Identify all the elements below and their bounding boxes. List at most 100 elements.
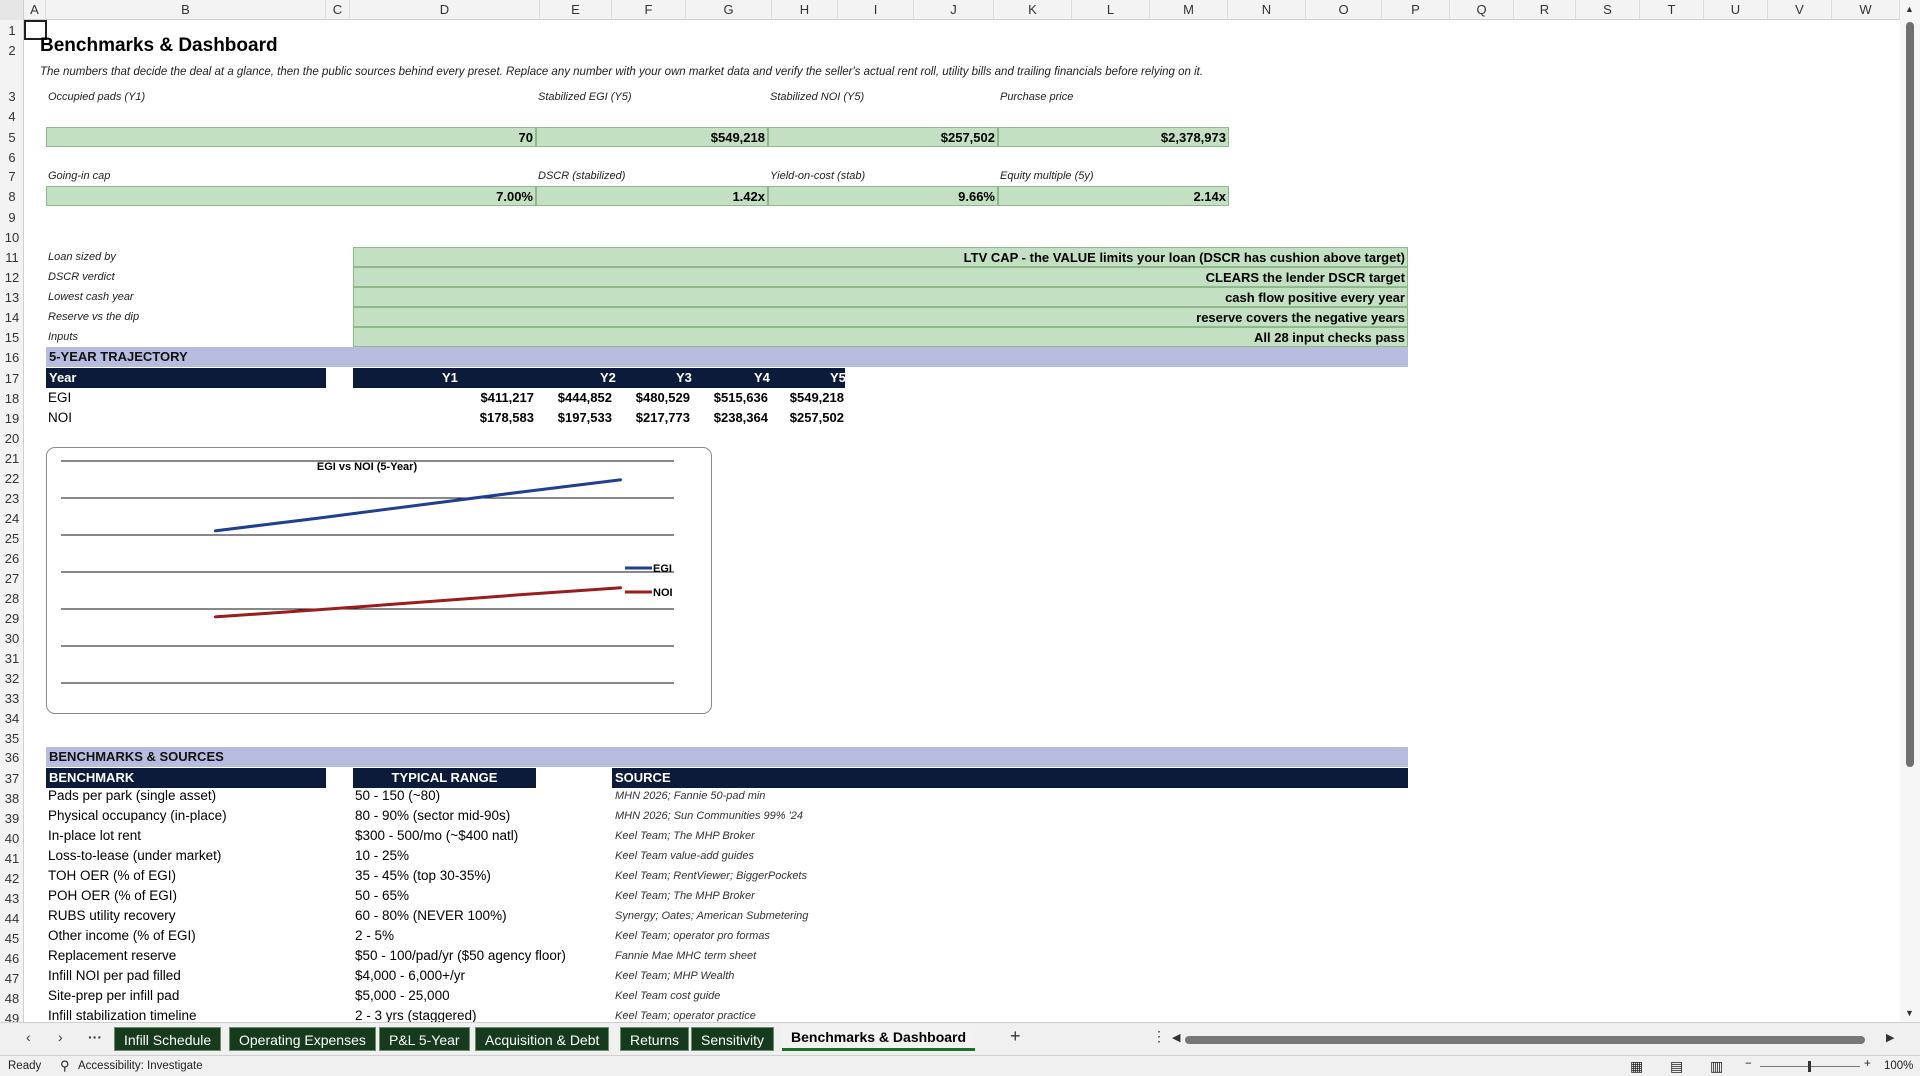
data-point-egi[interactable] xyxy=(416,504,420,507)
row-header[interactable]: 19 xyxy=(0,411,23,426)
row-header[interactable]: 16 xyxy=(0,350,23,365)
column-header[interactable]: F xyxy=(612,0,686,20)
tab-more-icon[interactable]: ··· xyxy=(88,1029,102,1045)
benchmark-range[interactable]: 2 - 3 yrs (staggered) xyxy=(355,1008,477,1022)
benchmark-source[interactable]: Keel Team; operator practice xyxy=(615,1010,756,1022)
row-header[interactable]: 3 xyxy=(0,89,23,104)
tab-options-icon[interactable]: ⋮ xyxy=(1152,1028,1166,1045)
row-header[interactable]: 8 xyxy=(0,189,23,204)
zoom-out-icon[interactable]: − xyxy=(1745,1058,1752,1070)
scroll-up-icon[interactable]: ▲ xyxy=(1905,4,1914,14)
page-break-icon[interactable]: ▥ xyxy=(1710,1058,1723,1075)
row-header[interactable]: 11 xyxy=(0,250,23,265)
row-header[interactable]: 18 xyxy=(0,391,23,406)
column-header[interactable]: O xyxy=(1306,0,1382,20)
column-header[interactable]: I xyxy=(838,0,914,20)
data-point-egi[interactable] xyxy=(619,478,623,481)
benchmark-source[interactable]: Keel Team; RentViewer; BiggerPockets xyxy=(615,870,807,882)
row-header[interactable]: 24 xyxy=(0,511,23,526)
data-point-noi[interactable] xyxy=(518,593,521,597)
row-header[interactable]: 40 xyxy=(0,831,23,846)
trajectory-value[interactable]: $480,529 xyxy=(600,390,690,405)
tab-prev-icon[interactable]: ‹ xyxy=(26,1029,31,1045)
page-layout-icon[interactable]: ▤ xyxy=(1670,1058,1683,1075)
column-header[interactable]: K xyxy=(994,0,1072,20)
column-header[interactable]: L xyxy=(1072,0,1150,20)
benchmark-source[interactable]: Synergy; Oates; American Submetering xyxy=(615,910,808,922)
data-point-noi[interactable] xyxy=(619,586,623,589)
benchmark-source[interactable]: MHN 2026; Fannie 50-pad min xyxy=(615,790,765,802)
row-header[interactable]: 1 xyxy=(0,23,23,38)
benchmark-source[interactable]: Keel Team cost guide xyxy=(615,990,720,1002)
row-header[interactable]: 10 xyxy=(0,230,23,245)
row-header[interactable]: 30 xyxy=(0,631,23,646)
benchmark-source[interactable]: Keel Team; The MHP Broker xyxy=(615,830,755,842)
column-header[interactable]: M xyxy=(1150,0,1228,20)
row-header[interactable]: 23 xyxy=(0,491,23,506)
hscroll-right-icon[interactable]: ▶ xyxy=(1886,1031,1894,1044)
row-header[interactable]: 34 xyxy=(0,711,23,726)
add-sheet-button[interactable]: + xyxy=(1010,1026,1021,1047)
row-header[interactable]: 31 xyxy=(0,651,23,666)
benchmark-range[interactable]: $5,000 - 25,000 xyxy=(355,988,450,1003)
data-point-noi[interactable] xyxy=(213,615,217,619)
row-header[interactable]: 6 xyxy=(0,150,23,165)
tab-infill-schedule[interactable]: Infill Schedule xyxy=(114,1027,222,1051)
tab-pl-5-year[interactable]: P&L 5-Year xyxy=(379,1027,470,1051)
row-header[interactable]: 22 xyxy=(0,471,23,486)
vertical-scroll-thumb[interactable] xyxy=(1906,22,1914,767)
row-header[interactable]: 47 xyxy=(0,971,23,986)
row-header[interactable]: 37 xyxy=(0,771,23,786)
column-header[interactable]: V xyxy=(1768,0,1832,20)
row-header[interactable]: 21 xyxy=(0,451,23,466)
tab-operating-expenses[interactable]: Operating Expenses xyxy=(229,1027,376,1051)
row-header[interactable]: 26 xyxy=(0,551,23,566)
benchmark-source[interactable]: Fannie Mae MHC term sheet xyxy=(615,950,756,962)
benchmark-source[interactable]: Keel Team value-add guides xyxy=(615,850,754,862)
row-header[interactable]: 25 xyxy=(0,531,23,546)
row-header[interactable]: 29 xyxy=(0,611,23,626)
trajectory-value[interactable]: $444,852 xyxy=(522,390,612,405)
column-header[interactable]: J xyxy=(914,0,994,20)
benchmark-source[interactable]: Keel Team; The MHP Broker xyxy=(615,890,755,902)
verdict-value[interactable]: All 28 input checks pass xyxy=(353,327,1408,347)
column-header[interactable]: A xyxy=(24,0,46,20)
column-header[interactable]: N xyxy=(1228,0,1306,20)
row-header[interactable]: 41 xyxy=(0,851,23,866)
benchmark-source[interactable]: Keel Team; operator pro formas xyxy=(615,930,770,942)
accessibility-status[interactable]: Accessibility: Investigate xyxy=(78,1060,203,1072)
row-header[interactable]: 9 xyxy=(0,210,23,225)
tab-acquisition-debt[interactable]: Acquisition & Debt xyxy=(475,1027,610,1051)
row-header[interactable]: 12 xyxy=(0,270,23,285)
sheet-grid[interactable]: Benchmarks & Dashboard The numbers that … xyxy=(24,20,1900,1022)
kpi-occupied-pads[interactable]: 70 xyxy=(46,127,536,147)
kpi-yield-on-cost[interactable]: 9.66% xyxy=(768,186,998,206)
trajectory-value[interactable]: $217,773 xyxy=(600,410,690,425)
trajectory-value[interactable]: $411,217 xyxy=(444,390,534,405)
kpi-purchase-price[interactable]: $2,378,973 xyxy=(998,127,1229,147)
benchmark-range[interactable]: 50 - 65% xyxy=(355,888,409,903)
row-header[interactable]: 13 xyxy=(0,290,23,305)
benchmark-range[interactable]: $50 - 100/pad/yr ($50 agency floor) xyxy=(355,948,566,963)
column-header[interactable]: P xyxy=(1382,0,1450,20)
column-header[interactable]: H xyxy=(772,0,838,20)
data-point-egi[interactable] xyxy=(518,491,521,494)
column-header[interactable]: D xyxy=(350,0,540,20)
verdict-value[interactable]: CLEARS the lender DSCR target xyxy=(353,267,1408,287)
vertical-scrollbar[interactable]: ▲ ▼ xyxy=(1900,0,1920,1022)
row-header[interactable]: 27 xyxy=(0,571,23,586)
row-header[interactable]: 17 xyxy=(0,371,23,386)
row-header[interactable]: 42 xyxy=(0,871,23,886)
kpi-stabilized-noi[interactable]: $257,502 xyxy=(768,127,998,147)
benchmark-range[interactable]: 2 - 5% xyxy=(355,928,394,943)
row-header[interactable]: 39 xyxy=(0,811,23,826)
hscroll-left-icon[interactable]: ◀ xyxy=(1172,1031,1180,1044)
benchmark-range[interactable]: 10 - 25% xyxy=(355,848,409,863)
benchmark-source[interactable]: MHN 2026; Sun Communities 99% '24 xyxy=(615,810,803,822)
row-header[interactable]: 28 xyxy=(0,591,23,606)
tab-returns[interactable]: Returns xyxy=(620,1027,690,1051)
trajectory-value[interactable]: $549,218 xyxy=(754,390,844,405)
row-header[interactable]: 5 xyxy=(0,130,23,145)
column-header[interactable]: Q xyxy=(1450,0,1514,20)
data-point-noi[interactable] xyxy=(315,608,318,612)
